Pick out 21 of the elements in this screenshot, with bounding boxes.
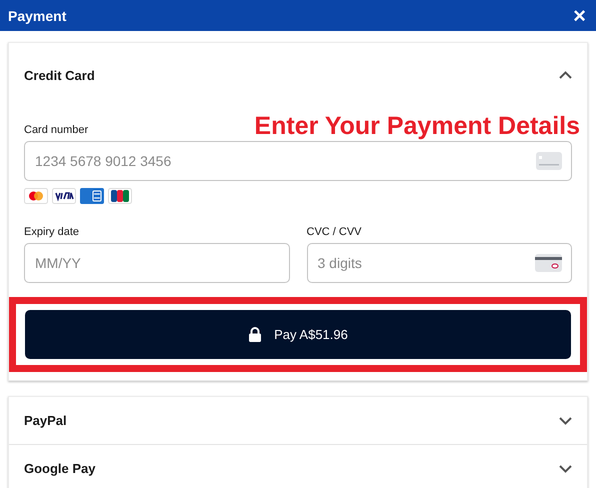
lock-icon [248, 327, 262, 342]
annotation-text: Enter Your Payment Details [254, 112, 580, 141]
field-label: CVC / CVV [306, 226, 363, 238]
chevron-down-icon [559, 416, 572, 424]
jcb-logo [108, 188, 132, 204]
field-label: Card number [24, 124, 88, 136]
section-header[interactable]: Google Pay [9, 445, 587, 488]
mastercard-logo [24, 188, 48, 204]
section-header[interactable]: PayPal [9, 397, 587, 444]
card-back-icon [535, 254, 562, 272]
chevron-down-icon [559, 464, 572, 472]
pay-button[interactable]: Pay A$51.96 [25, 310, 571, 359]
close-button[interactable]: × [571, 4, 588, 26]
cvc-field[interactable]: 3 digits [306, 243, 572, 283]
chevron-up-icon [559, 71, 572, 79]
card-icon [536, 152, 562, 170]
section-header[interactable]: Credit Card [9, 43, 587, 107]
expiry-date-field[interactable]: MM/YY [24, 243, 290, 283]
window-title: Payment [8, 8, 66, 24]
card-number-field[interactable]: 1234 5678 9012 3456 [24, 141, 572, 181]
field-label: Expiry date [24, 226, 80, 238]
